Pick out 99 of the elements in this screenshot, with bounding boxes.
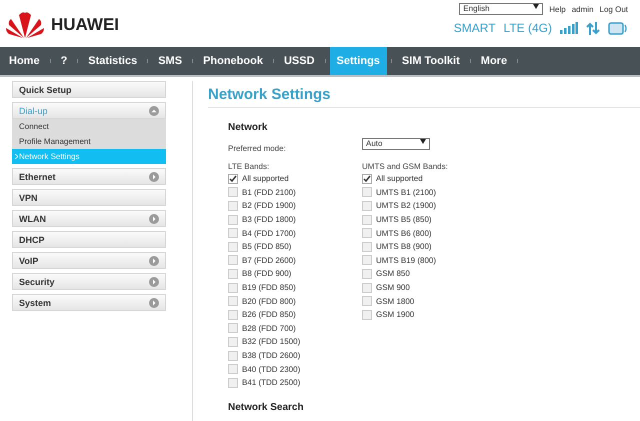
checkbox[interactable] — [228, 310, 238, 320]
checkbox[interactable] — [362, 310, 372, 320]
checkbox[interactable] — [362, 174, 372, 184]
band-label: All supported — [376, 174, 423, 184]
band-label: B1 (FDD 2100) — [242, 188, 296, 197]
up-down-arrows-icon — [586, 22, 600, 34]
mode-select[interactable]: Auto — [362, 138, 430, 150]
band-label: UMTS B2 (1900) — [376, 201, 436, 210]
band-label: B26 (FDD 850) — [242, 310, 296, 320]
sidebar-item[interactable]: Ethernet — [12, 168, 166, 185]
header-link[interactable]: Log Out — [600, 4, 628, 14]
band-label: B20 (FDD 800) — [242, 296, 296, 306]
arrow-circle-icon — [149, 214, 159, 224]
sidebar-item[interactable]: VoIP — [12, 252, 166, 269]
arrow-circle-icon — [149, 298, 159, 308]
checkbox[interactable] — [228, 174, 238, 184]
field-label: UMTS and GSM Bands: — [362, 162, 448, 171]
nav-tab[interactable]: ? — [54, 47, 74, 75]
chevron-icon — [15, 154, 18, 159]
checkbox[interactable] — [362, 242, 372, 252]
caret-icon — [533, 4, 540, 9]
checkbox[interactable] — [228, 187, 238, 198]
header-link[interactable]: Help — [549, 4, 566, 14]
band-label: All supported — [242, 174, 289, 184]
nav-tab[interactable]: More — [474, 47, 514, 75]
band-label: UMTS B19 (800) — [376, 256, 436, 265]
band-label: GSM 1900 — [376, 310, 414, 320]
status-text: SMART — [454, 21, 496, 35]
arrow-circle-icon — [149, 256, 159, 266]
checkbox[interactable] — [362, 268, 372, 279]
checkbox[interactable] — [362, 228, 372, 238]
header-link[interactable]: admin — [572, 4, 594, 14]
band-label: B32 (FDD 1500) — [242, 337, 300, 346]
band-label: GSM 850 — [376, 269, 410, 278]
checkbox[interactable] — [228, 200, 238, 211]
band-label: B2 (FDD 1900) — [242, 201, 296, 210]
band-label: UMTS B1 (2100) — [376, 188, 436, 197]
checkbox[interactable] — [228, 378, 238, 388]
monitor-icon — [608, 22, 628, 34]
field-label: LTE Bands: — [228, 162, 270, 171]
band-label: B7 (FDD 2600) — [242, 256, 296, 265]
checkbox[interactable] — [228, 228, 238, 238]
checkbox[interactable] — [362, 200, 372, 211]
section-heading: Network — [228, 122, 268, 133]
checkbox[interactable] — [362, 187, 372, 198]
band-label: B8 (FDD 900) — [242, 269, 292, 278]
band-label: GSM 900 — [376, 283, 410, 292]
checkbox[interactable] — [228, 364, 238, 374]
page-title: Network Settings — [208, 86, 640, 108]
field-label: Preferred mode: — [228, 144, 286, 153]
nav-tab[interactable]: SMS — [152, 47, 188, 75]
checkbox[interactable] — [362, 296, 372, 306]
checkbox[interactable] — [228, 282, 238, 293]
arrow-circle-icon — [149, 172, 159, 182]
checkbox[interactable] — [228, 296, 238, 306]
band-label: B19 (FDD 850) — [242, 283, 296, 292]
nav-tab[interactable]: Statistics — [82, 47, 144, 75]
sidebar-item[interactable]: System — [12, 294, 166, 311]
sidebar-item[interactable]: DHCP — [12, 231, 166, 248]
checkbox[interactable] — [228, 336, 238, 347]
band-label: B28 (FDD 700) — [242, 324, 296, 333]
band-label: B41 (TDD 2500) — [242, 378, 300, 388]
arrow-circle-icon — [149, 106, 159, 116]
checkbox[interactable] — [228, 350, 238, 361]
nav-tab[interactable]: Home — [3, 47, 46, 75]
language-select[interactable]: English — [459, 3, 544, 15]
band-label: GSM 1800 — [376, 296, 414, 306]
sidebar-item[interactable]: Security — [12, 273, 166, 290]
checkbox[interactable] — [362, 255, 372, 266]
nav-tab[interactable]: SIM Toolkit — [396, 47, 466, 75]
sidebar-item[interactable]: Quick Setup — [12, 81, 166, 98]
band-label: B38 (TDD 2600) — [242, 351, 300, 360]
status-text: LTE (4G) — [504, 21, 552, 35]
arrow-circle-icon — [149, 276, 159, 286]
band-label: B4 (FDD 1700) — [242, 228, 296, 238]
band-label: B5 (FDD 850) — [242, 242, 292, 252]
checkbox[interactable] — [228, 214, 238, 225]
brand-name: HUAWEI — [51, 14, 119, 34]
nav-tab[interactable]: Phonebook — [197, 47, 269, 75]
sidebar-item[interactable]: WLAN — [12, 210, 166, 227]
checkbox[interactable] — [362, 282, 372, 293]
signal-icon — [560, 22, 578, 34]
sidebar-subitem[interactable]: Connect — [12, 119, 166, 134]
checkbox[interactable] — [228, 268, 238, 279]
sidebar-subitem[interactable]: Profile Management — [12, 134, 166, 149]
checkbox[interactable] — [228, 255, 238, 266]
band-label: UMTS B5 (850) — [376, 215, 432, 224]
checkbox[interactable] — [362, 214, 372, 225]
sidebar-item[interactable]: VPN — [12, 189, 166, 206]
caret-icon — [420, 139, 426, 144]
flower-logo-icon — [5, 10, 45, 38]
checkbox[interactable] — [228, 323, 238, 334]
band-label: B40 (TDD 2300) — [242, 364, 300, 374]
band-label: UMTS B8 (900) — [376, 242, 432, 252]
band-label: B3 (FDD 1800) — [242, 215, 296, 224]
checkbox[interactable] — [228, 242, 238, 252]
nav-tab[interactable]: USSD — [278, 47, 321, 75]
band-label: UMTS B6 (800) — [376, 228, 432, 238]
section-heading: Network Search — [228, 402, 305, 412]
